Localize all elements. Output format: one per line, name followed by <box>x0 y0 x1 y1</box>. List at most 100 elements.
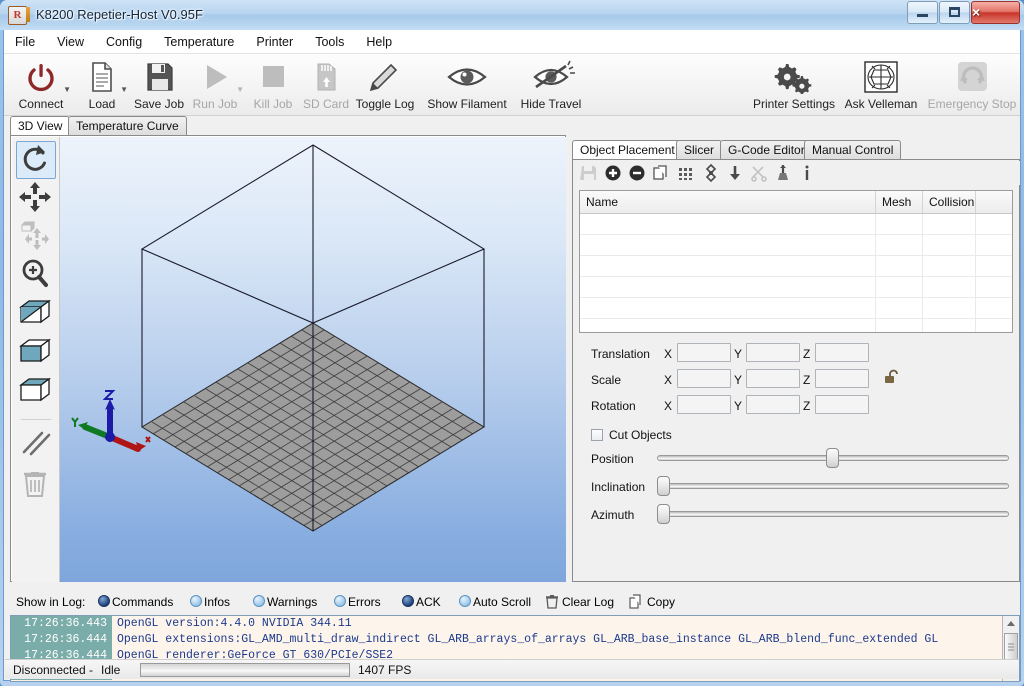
inclination-slider-thumb[interactable] <box>657 476 670 496</box>
menu-item-tools[interactable]: Tools <box>304 30 355 54</box>
load-dropdown-arrow[interactable]: ▼ <box>120 85 128 94</box>
menu-item-view[interactable]: View <box>46 30 95 54</box>
table-row[interactable] <box>580 235 1012 256</box>
filter-ack-label[interactable]: ACK <box>416 595 441 609</box>
table-row[interactable] <box>580 277 1012 298</box>
scale-lock-button[interactable] <box>883 368 903 388</box>
filter-ack-radio[interactable] <box>402 595 414 607</box>
printer-settings-button[interactable]: Printer Settings <box>744 56 844 114</box>
table-row[interactable] <box>580 256 1012 277</box>
sd-card-button[interactable]: SD Card <box>299 56 353 114</box>
table-row[interactable] <box>580 319 1012 332</box>
parallel-lines-tool[interactable] <box>16 425 56 463</box>
cut-objects-label: Cut Objects <box>609 428 672 442</box>
azimuth-slider[interactable] <box>657 504 1009 524</box>
view-mode-1-tool[interactable] <box>16 294 56 332</box>
kill-job-button[interactable]: Kill Job <box>248 56 298 114</box>
menu-item-file[interactable]: File <box>4 30 46 54</box>
filter-commands-radio[interactable] <box>98 595 110 607</box>
object-info-button[interactable] <box>798 164 818 182</box>
column-header-mesh[interactable]: Mesh <box>876 191 923 213</box>
scroll-up-button[interactable] <box>1003 616 1019 632</box>
tab-slicer[interactable]: Slicer <box>676 140 723 160</box>
hide-travel-button[interactable]: Hide Travel <box>509 56 593 114</box>
drop-object-button[interactable] <box>726 164 746 182</box>
filter-warnings-radio[interactable] <box>253 595 265 607</box>
fps-counter: 1407 FPS <box>358 663 412 677</box>
azimuth-slider-thumb[interactable] <box>657 504 670 524</box>
position-slider-thumb[interactable] <box>826 448 839 468</box>
menu-item-help[interactable]: Help <box>355 30 403 54</box>
filter-errors-label[interactable]: Errors <box>348 595 381 609</box>
3d-viewport[interactable] <box>60 137 566 582</box>
view-mode-3-tool[interactable] <box>16 372 56 410</box>
tab-temperature-curve[interactable]: Temperature Curve <box>68 116 187 136</box>
connect-dropdown-arrow[interactable]: ▼ <box>63 85 71 94</box>
save-objects-button[interactable] <box>580 164 600 182</box>
center-object-button[interactable] <box>702 164 722 182</box>
close-button[interactable]: × <box>971 1 1020 24</box>
minimize-button[interactable] <box>907 1 938 24</box>
plus-circle-icon <box>605 165 621 181</box>
save-job-button[interactable]: Save Job <box>130 56 188 114</box>
run-job-dropdown-arrow[interactable]: ▼ <box>236 85 244 94</box>
inclination-slider-track[interactable] <box>657 483 1009 489</box>
rotation-z-input[interactable] <box>815 395 869 414</box>
filter-commands-label[interactable]: Commands <box>112 595 173 609</box>
main-toolbar: ▼ Connect ▼ Load Save Job ▼ Run Job Kill… <box>4 54 1020 116</box>
menu-item-temperature[interactable]: Temperature <box>153 30 245 54</box>
tab-object-placement[interactable]: Object Placement <box>572 140 683 160</box>
rotation-x-input[interactable] <box>677 395 731 414</box>
toggle-log-button[interactable]: Toggle Log <box>353 56 417 114</box>
filter-infos-label[interactable]: Infos <box>204 595 230 609</box>
tab-gcode-editor[interactable]: G-Code Editor <box>720 140 813 160</box>
translation-z-input[interactable] <box>815 343 869 362</box>
inclination-slider[interactable] <box>657 476 1009 496</box>
add-object-button[interactable] <box>604 164 624 182</box>
copy-object-button[interactable] <box>652 164 672 182</box>
scale-x-input[interactable] <box>677 369 731 388</box>
filter-infos-radio[interactable] <box>190 595 202 607</box>
tab-3d-view[interactable]: 3D View <box>10 116 71 136</box>
view-mode-2-tool[interactable] <box>16 333 56 371</box>
mirror-object-button[interactable] <box>774 164 794 182</box>
column-header-collision[interactable]: Collision <box>923 191 976 213</box>
zoom-tool[interactable] <box>16 255 56 293</box>
cut-object-button[interactable] <box>750 164 770 182</box>
move-view-tool[interactable] <box>16 179 56 217</box>
autoposition-button[interactable] <box>677 164 697 182</box>
load-button[interactable]: ▼ Load <box>76 56 128 114</box>
clear-log-button[interactable]: Clear Log <box>562 595 614 609</box>
rotate-view-tool[interactable] <box>16 141 56 179</box>
cut-objects-checkbox[interactable] <box>591 429 603 441</box>
scale-z-input[interactable] <box>815 369 869 388</box>
scrollbar-thumb[interactable] <box>1004 633 1018 661</box>
rotation-y-input[interactable] <box>746 395 800 414</box>
filter-autoscroll-radio[interactable] <box>459 595 471 607</box>
scale-y-input[interactable] <box>746 369 800 388</box>
show-filament-button[interactable]: Show Filament <box>417 56 517 114</box>
ask-velleman-button[interactable]: Ask Velleman <box>836 56 926 114</box>
filter-autoscroll-label[interactable]: Auto Scroll <box>473 595 531 609</box>
menu-item-printer[interactable]: Printer <box>245 30 304 54</box>
tab-manual-control[interactable]: Manual Control <box>804 140 902 160</box>
column-header-name[interactable]: Name <box>580 191 876 213</box>
translation-y-input[interactable] <box>746 343 800 362</box>
maximize-button[interactable] <box>939 1 970 24</box>
filter-errors-radio[interactable] <box>334 595 346 607</box>
azimuth-slider-track[interactable] <box>657 511 1009 517</box>
translation-x-input[interactable] <box>677 343 731 362</box>
table-row[interactable] <box>580 214 1012 235</box>
menu-item-config[interactable]: Config <box>95 30 153 54</box>
table-row[interactable] <box>580 298 1012 319</box>
object-list-table[interactable]: Name Mesh Collision <box>579 190 1013 333</box>
run-job-button[interactable]: ▼ Run Job <box>188 56 244 114</box>
remove-object-button[interactable] <box>628 164 648 182</box>
filter-warnings-label[interactable]: Warnings <box>267 595 317 609</box>
rotate-icon <box>23 145 46 171</box>
connect-button[interactable]: ▼ Connect <box>10 56 72 114</box>
position-slider[interactable] <box>657 448 1009 468</box>
copy-log-button[interactable]: Copy <box>647 595 675 609</box>
pencil-icon <box>353 60 417 94</box>
emergency-stop-button[interactable]: Emergency Stop <box>922 56 1022 114</box>
